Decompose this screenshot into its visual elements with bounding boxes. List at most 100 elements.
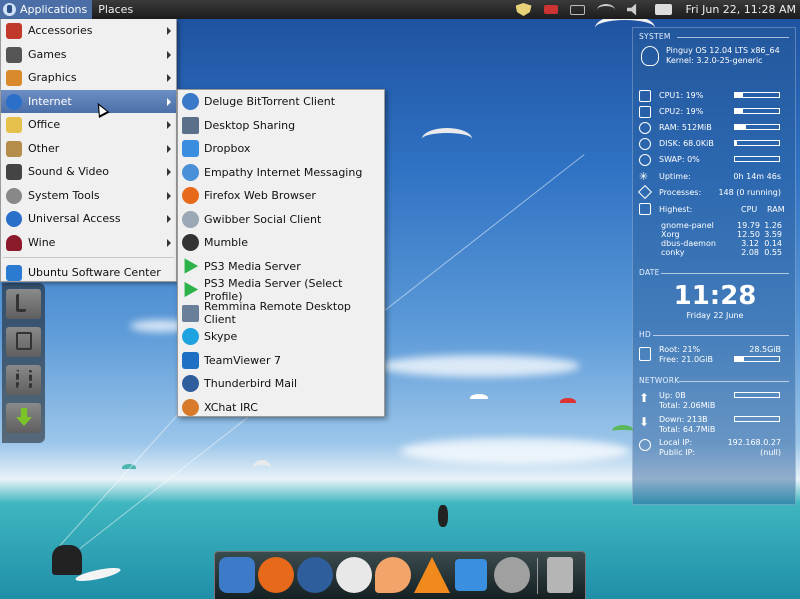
submenu-item-deluge[interactable]: Deluge BitTorrent Client bbox=[178, 90, 384, 114]
root-usage: Root: 21% bbox=[659, 345, 701, 354]
menu-item-label: Internet bbox=[28, 94, 72, 108]
menu-item-accessories[interactable]: Accessories bbox=[1, 19, 176, 43]
top-panel: Applications Places Fri Jun 22, 11:28 AM bbox=[0, 0, 800, 19]
music-folder-icon[interactable] bbox=[6, 289, 41, 319]
peach-icon[interactable] bbox=[375, 557, 411, 593]
submenu-item-remmina[interactable]: Remmina Remote Desktop Client bbox=[178, 300, 384, 326]
menu-item-office[interactable]: Office bbox=[1, 113, 176, 137]
battery-icon[interactable] bbox=[543, 5, 558, 14]
submenu-item-gwibber[interactable]: Gwibber Social Client bbox=[178, 208, 384, 232]
submenu-item-ps3-media-server[interactable]: PS3 Media Server bbox=[178, 255, 384, 279]
downloads-folder-icon[interactable] bbox=[6, 403, 41, 433]
pictures-folder-icon[interactable] bbox=[6, 327, 41, 357]
menu-item-graphics[interactable]: Graphics bbox=[1, 66, 176, 90]
uptime-label: Uptime: bbox=[659, 172, 691, 181]
firefox-icon[interactable] bbox=[258, 557, 294, 593]
processes-value: 148 (0 running) bbox=[718, 188, 781, 197]
menu-item-sound-video[interactable]: Sound & Video bbox=[1, 160, 176, 184]
submenu-item-firefox[interactable]: Firefox Web Browser bbox=[178, 184, 384, 208]
process-cpu: 3.12 bbox=[741, 239, 759, 248]
internet-icon bbox=[6, 93, 22, 110]
cpu2-usage: CPU2: 19% bbox=[659, 107, 704, 116]
thunderbird-icon[interactable] bbox=[297, 557, 333, 593]
network-icon[interactable] bbox=[596, 3, 615, 16]
process-ram: 3.59 bbox=[764, 230, 782, 239]
submenu-item-empathy[interactable]: Empathy Internet Messaging bbox=[178, 161, 384, 185]
process-ram-column: 1.26 3.59 0.14 0.55 bbox=[764, 221, 782, 257]
process-ram: 0.55 bbox=[764, 248, 782, 257]
gear-icon[interactable] bbox=[494, 557, 530, 593]
process-name: Xorg bbox=[661, 230, 680, 239]
submenu-item-desktop-sharing[interactable]: Desktop Sharing bbox=[178, 114, 384, 138]
display-icon[interactable] bbox=[654, 4, 672, 15]
submenu-item-skype[interactable]: Skype bbox=[178, 325, 384, 349]
free-space: Free: 21.0GiB bbox=[659, 355, 713, 364]
panel-clock[interactable]: Fri Jun 22, 11:28 AM bbox=[678, 3, 800, 16]
menu-item-universal-access[interactable]: Universal Access bbox=[1, 207, 176, 231]
submenu-item-label: Skype bbox=[204, 330, 238, 344]
cpu1-bar bbox=[734, 92, 780, 98]
menu-item-system-tools[interactable]: System Tools bbox=[1, 184, 176, 208]
section-header-network: NETWORK bbox=[639, 376, 680, 385]
cpu-icon bbox=[639, 106, 651, 118]
submenu-item-ps3-media-server-profile[interactable]: PS3 Media Server (Select Profile) bbox=[178, 276, 384, 303]
menu-item-other[interactable]: Other bbox=[1, 137, 176, 161]
chevron-right-icon bbox=[167, 144, 171, 153]
distro-logo-icon bbox=[3, 3, 16, 16]
ram-bar bbox=[734, 124, 780, 130]
submenu-item-label: Thunderbird Mail bbox=[204, 377, 298, 391]
desktop-folder-dock bbox=[2, 283, 45, 443]
places-menu-button[interactable]: Places bbox=[92, 3, 139, 16]
sound-video-icon bbox=[6, 164, 22, 180]
mail-icon[interactable] bbox=[569, 4, 585, 15]
globe-icon bbox=[639, 439, 651, 451]
system-tray: Fri Jun 22, 11:28 AM bbox=[510, 0, 800, 19]
ram-usage: RAM: 512MiB bbox=[659, 123, 712, 132]
submenu-item-teamviewer[interactable]: TeamViewer 7 bbox=[178, 349, 384, 373]
menu-item-label: Graphics bbox=[28, 71, 77, 85]
submenu-item-label: Empathy Internet Messaging bbox=[204, 165, 363, 179]
submenu-item-label: PS3 Media Server (Select Profile) bbox=[204, 276, 343, 303]
menu-item-label: System Tools bbox=[28, 188, 100, 202]
menu-item-internet[interactable]: Internet bbox=[1, 89, 176, 113]
xchat-icon bbox=[182, 398, 199, 416]
conky-system-monitor: SYSTEM Pinguy OS 12.04 LTS x86_64 Kernel… bbox=[632, 27, 796, 505]
volume-icon[interactable] bbox=[626, 3, 637, 16]
submenu-item-mumble[interactable]: Mumble bbox=[178, 231, 384, 255]
section-header-hd: HD bbox=[639, 330, 652, 339]
xchat-icon[interactable] bbox=[336, 557, 372, 593]
vlc-icon[interactable] bbox=[414, 557, 450, 593]
universal-access-icon bbox=[6, 211, 22, 227]
submenu-item-label: XChat IRC bbox=[204, 400, 258, 414]
process-ram: 1.26 bbox=[764, 221, 782, 230]
videos-folder-icon[interactable] bbox=[6, 365, 41, 395]
menu-item-software-center[interactable]: Ubuntu Software Center bbox=[1, 261, 176, 285]
process-name: gnome-panel bbox=[661, 221, 714, 230]
ram-column-header: RAM bbox=[767, 205, 785, 214]
divider bbox=[661, 273, 789, 274]
submenu-item-dropbox[interactable]: Dropbox bbox=[178, 137, 384, 161]
deluge-icon bbox=[182, 93, 199, 110]
submenu-item-thunderbird[interactable]: Thunderbird Mail bbox=[178, 372, 384, 396]
divider bbox=[677, 37, 789, 38]
dock-separator bbox=[537, 558, 538, 594]
download-graph bbox=[734, 416, 780, 422]
menu-item-label: Accessories bbox=[28, 24, 93, 38]
thunderbird-icon bbox=[182, 375, 199, 392]
process-name: conky bbox=[661, 248, 685, 257]
conky-clock: 11:28 bbox=[673, 281, 757, 311]
menu-item-games[interactable]: Games bbox=[1, 43, 176, 67]
kernel-version: Kernel: 3.2.0-25-generic bbox=[666, 56, 763, 65]
disk-icon bbox=[639, 138, 651, 150]
trash-icon[interactable] bbox=[547, 557, 573, 593]
conky-date: Friday 22 June bbox=[686, 311, 744, 320]
shield-icon[interactable] bbox=[515, 3, 532, 16]
applications-menu-button[interactable]: Applications bbox=[0, 0, 93, 19]
menu-item-wine[interactable]: Wine bbox=[1, 231, 176, 255]
chevron-right-icon bbox=[167, 50, 171, 59]
anchor-icon[interactable] bbox=[219, 557, 255, 593]
download-arrow-icon: ⬇ bbox=[639, 415, 650, 429]
chevron-right-icon bbox=[167, 168, 171, 176]
submenu-item-xchat[interactable]: XChat IRC bbox=[178, 396, 384, 420]
download-icon[interactable] bbox=[455, 559, 487, 591]
